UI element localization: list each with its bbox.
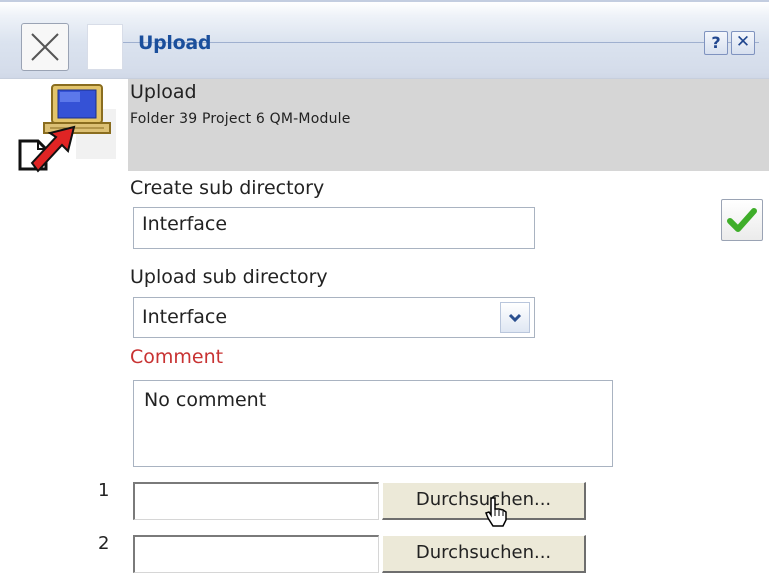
close-icon	[31, 33, 59, 61]
window-title: Upload	[138, 32, 212, 54]
dropdown-button[interactable]	[500, 302, 530, 333]
file-input-2[interactable]	[133, 535, 379, 573]
select-value: Interface	[142, 306, 228, 328]
checkmark-icon	[727, 208, 757, 232]
toolbar-blank-button[interactable]	[87, 24, 123, 70]
window-close-button[interactable]: ✕	[731, 31, 755, 55]
header-subtitle: Folder 39 Project 6 QM-Module	[130, 111, 351, 127]
upload-sub-directory-select[interactable]: Interface	[133, 297, 535, 338]
header-title: Upload	[130, 81, 197, 103]
help-button[interactable]: ?	[704, 31, 728, 55]
comment-textarea[interactable]: No comment	[133, 380, 613, 467]
comment-label: Comment	[130, 346, 224, 368]
upload-icon	[16, 79, 126, 179]
file-input-1[interactable]	[133, 482, 379, 520]
title-underline	[123, 42, 759, 43]
upload-sub-directory-label: Upload sub directory	[130, 266, 328, 288]
close-button[interactable]	[21, 23, 69, 71]
create-sub-directory-label: Create sub directory	[130, 177, 325, 199]
create-sub-directory-input[interactable]: Interface	[133, 207, 535, 249]
title-bar: Upload ? ✕	[0, 0, 769, 78]
file-row-number: 2	[98, 533, 110, 554]
pointer-cursor-icon	[482, 496, 512, 534]
upload-info-header: Upload Folder 39 Project 6 QM-Module	[128, 79, 769, 171]
file-row-number: 1	[98, 480, 110, 501]
browse-button-2[interactable]: Durchsuchen...	[382, 535, 586, 573]
confirm-button[interactable]	[721, 199, 763, 241]
chevron-down-icon	[508, 313, 522, 323]
